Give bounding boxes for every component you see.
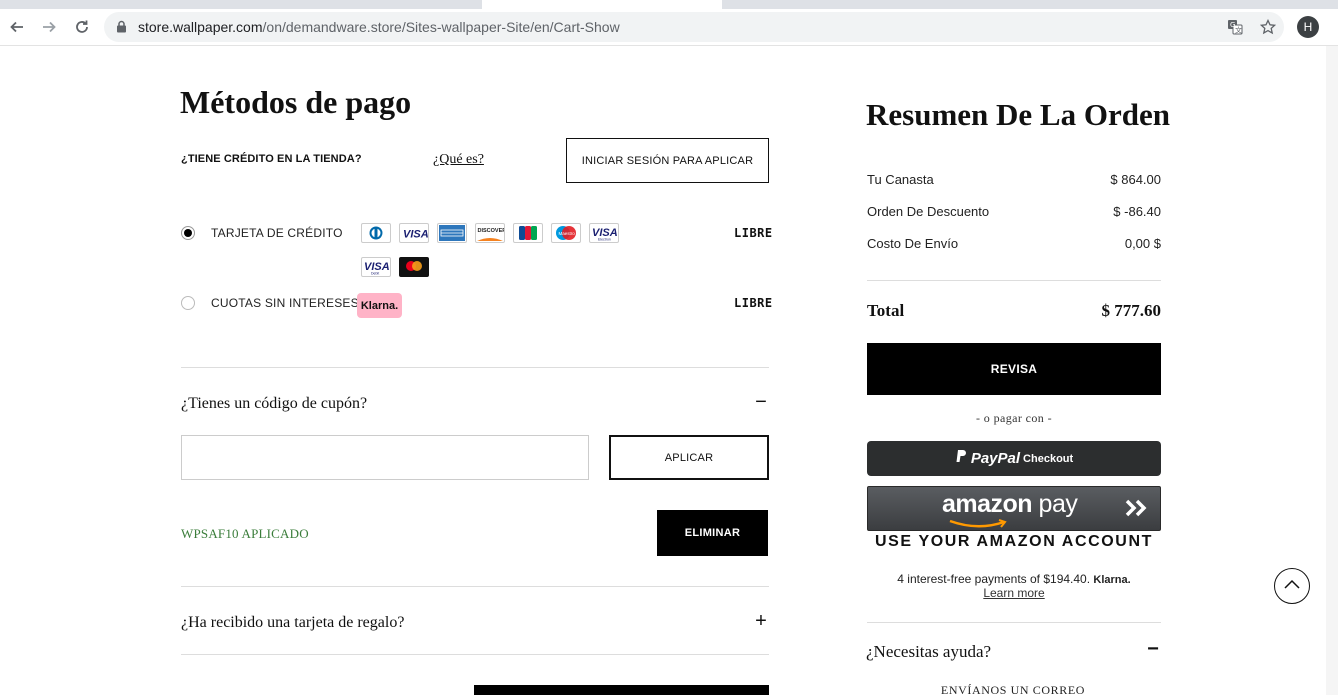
- diners-card-icon: [361, 223, 391, 243]
- visa-card-icon: VISA: [399, 223, 429, 243]
- scroll-to-top-button[interactable]: [1274, 568, 1310, 604]
- maestro-card-icon: Maestro: [551, 223, 581, 243]
- divider: [181, 654, 769, 655]
- amazon-pay-logo: amazon pay: [942, 490, 1078, 519]
- klarna-brand: Klarna.: [1093, 574, 1131, 586]
- amex-card-icon: [437, 223, 467, 243]
- active-tab[interactable]: [482, 0, 722, 9]
- divider: [181, 367, 769, 368]
- credit-card-price: LIBRE: [734, 226, 773, 240]
- credit-card-label: TARJETA DE CRÉDITO: [211, 226, 343, 240]
- installments-label: CUOTAS SIN INTERESES: [211, 296, 359, 310]
- svg-text:Maestro: Maestro: [559, 231, 576, 236]
- page-scrollbar[interactable]: [1326, 46, 1338, 695]
- summary-row-label: Tu Canasta: [867, 172, 934, 187]
- translate-icon[interactable]: G文: [1226, 18, 1244, 36]
- total-value: $ 777.60: [1101, 301, 1162, 320]
- or-pay-with-text: - o pagar con -: [976, 411, 1052, 425]
- svg-text:文: 文: [1235, 26, 1242, 35]
- divider: [181, 586, 769, 587]
- gift-card-expand-icon[interactable]: +: [752, 611, 770, 631]
- coupon-collapse-icon[interactable]: −: [752, 392, 770, 412]
- help-title: ¿Necesitas ayuda?: [866, 642, 992, 661]
- url-path: /on/demandware.store/Sites-wallpaper-Sit…: [262, 19, 620, 35]
- back-icon[interactable]: [5, 15, 29, 39]
- total-label: Total: [867, 301, 905, 320]
- coupon-title: ¿Tienes un código de cupón?: [181, 395, 368, 412]
- visa-debit-card-icon: VISA Debit: [361, 257, 391, 277]
- amazon-pay-button[interactable]: amazon pay: [867, 486, 1161, 531]
- order-summary-title: Resumen De La Orden: [866, 97, 1170, 132]
- summary-row-value: 0,00 $: [1124, 236, 1161, 251]
- svg-text:Debit: Debit: [371, 272, 379, 276]
- svg-text:Electron: Electron: [598, 238, 611, 242]
- visa-electron-card-icon: VISA Electron: [589, 223, 619, 243]
- what-is-link[interactable]: ¿Qué es?: [433, 152, 484, 168]
- amazon-account-text: USE YOUR AMAZON ACCOUNT: [875, 533, 1153, 550]
- jcb-card-icon: [513, 223, 543, 243]
- klarna-badge: Klarna.: [357, 293, 402, 318]
- paypal-checkout-button[interactable]: PayPal Checkout: [867, 441, 1161, 476]
- summary-row-value: $ 864.00: [1110, 172, 1161, 187]
- login-to-apply-button[interactable]: INICIAR SESIÓN PARA APLICAR: [566, 138, 769, 183]
- summary-row-label: Costo De Envío: [867, 236, 959, 251]
- installments-radio[interactable]: [181, 296, 195, 310]
- discover-card-icon: DISCOVER: [475, 223, 505, 243]
- divider: [867, 280, 1161, 281]
- url-host: store.wallpaper.com: [138, 19, 263, 35]
- store-credit-question: ¿TIENE CRÉDITO EN LA TIENDA?: [181, 153, 362, 165]
- email-us-link[interactable]: ENVÍANOS UN CORREO: [866, 683, 1160, 695]
- amazon-pay-label: pay: [1038, 490, 1078, 518]
- browser-toolbar: store.wallpaper.com/on/demandware.store/…: [0, 9, 1338, 46]
- double-chevron-right-icon: [1124, 497, 1150, 525]
- amazon-smile-icon: [948, 516, 1008, 534]
- coupon-code-input[interactable]: [181, 435, 589, 480]
- apply-coupon-button[interactable]: APLICAR: [609, 435, 769, 480]
- credit-card-radio[interactable]: [181, 226, 195, 240]
- profile-avatar[interactable]: H: [1297, 16, 1319, 38]
- summary-row-label: Orden De Descuento: [867, 204, 990, 219]
- amazon-brand: amazon: [942, 490, 1033, 518]
- payment-methods-title: Métodos de pago: [180, 84, 412, 120]
- svg-text:DISCOVER: DISCOVER: [478, 228, 505, 234]
- installments-price: LIBRE: [734, 296, 773, 310]
- mastercard-card-icon: [399, 257, 429, 277]
- paypal-brand: PayPal: [970, 450, 1021, 467]
- lock-icon: [116, 20, 127, 38]
- checkout-button[interactable]: REVISA: [867, 343, 1161, 395]
- divider: [867, 622, 1161, 623]
- klarna-installments-note: 4 interest-free payments of $194.40. Kla…: [867, 572, 1161, 586]
- paypal-icon: [955, 449, 967, 468]
- klarna-note-text: 4 interest-free payments of $194.40.: [897, 572, 1091, 586]
- bottom-black-button[interactable]: [474, 685, 769, 695]
- svg-text:VISA: VISA: [403, 229, 428, 241]
- summary-row-value: $ -86.40: [1113, 204, 1161, 219]
- gift-card-title: ¿Ha recibido una tarjeta de regalo?: [181, 614, 405, 631]
- tab-strip: [0, 0, 1338, 9]
- remove-coupon-button[interactable]: ELIMINAR: [657, 510, 768, 556]
- paypal-checkout-label: Checkout: [1023, 452, 1074, 465]
- forward-icon[interactable]: [37, 15, 61, 39]
- bookmark-star-icon[interactable]: [1259, 18, 1277, 36]
- help-collapse-icon[interactable]: −: [1144, 639, 1162, 659]
- reload-icon[interactable]: [70, 15, 94, 39]
- klarna-learn-more-link[interactable]: Learn more: [867, 586, 1161, 600]
- coupon-applied-text: WPSAF10 APLICADO: [181, 526, 309, 541]
- chevron-up-icon: [1283, 577, 1301, 595]
- url-text: store.wallpaper.com/on/demandware.store/…: [138, 19, 620, 35]
- address-bar[interactable]: store.wallpaper.com/on/demandware.store/…: [104, 12, 1284, 42]
